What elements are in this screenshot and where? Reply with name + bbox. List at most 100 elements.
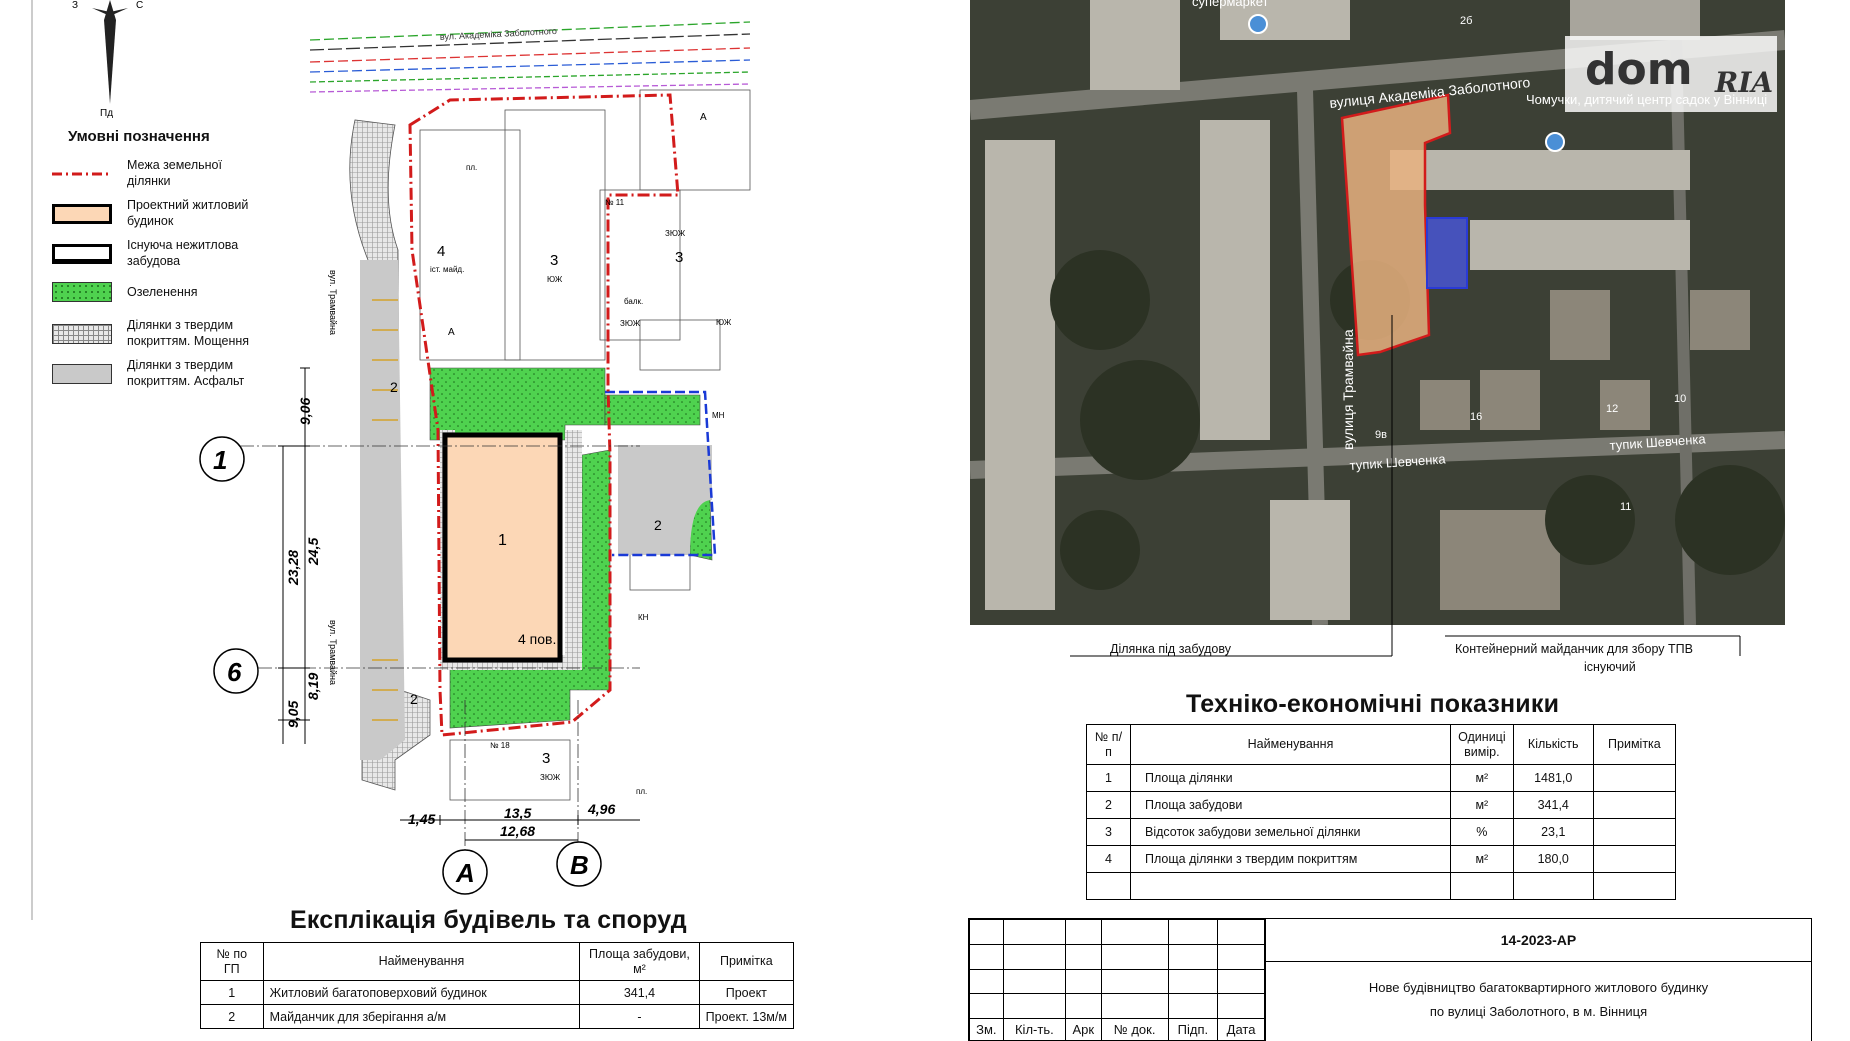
explication-cell: Майданчик для зберігання а/м <box>262 1004 581 1029</box>
legend-title: Умовні позначення <box>68 128 210 145</box>
dim-9-06: 9,06 <box>297 398 313 425</box>
map-container-area <box>1426 217 1468 289</box>
teo-cell <box>1592 791 1677 819</box>
teo-cell: Площа ділянки <box>1129 764 1452 792</box>
plan-zone-2b: 2 <box>654 517 662 533</box>
stamp-desc-line1: Нове будівництво багатоквартирного житло… <box>1368 980 1709 995</box>
plan-street-top: вул. Академіка Заболотного <box>440 26 557 42</box>
stamp-col-zm: Зм. <box>969 1018 1004 1041</box>
teo-cell: 4 <box>1086 845 1131 873</box>
teo-cell: м² <box>1450 791 1514 819</box>
compass-south: Пд <box>100 108 113 119</box>
plan-street-side-upper: вул. Трамвайна <box>328 270 338 335</box>
map-label-container: Контейнерний майданчик для збору ТПВ <box>1455 642 1693 656</box>
teo-header-unit: Одиниці вимір. <box>1450 724 1514 765</box>
stamp-col-date: Дата <box>1217 1018 1265 1041</box>
table-row: 2 Площа забудови м² 341,4 <box>1086 791 1677 819</box>
boundary-line-icon <box>52 164 112 184</box>
table-row: 4 Площа ділянки з твердим покриттям м² 1… <box>1086 845 1677 873</box>
plan-label-a: А <box>448 327 455 338</box>
stamp-col-kil: Кіл-ть. <box>1002 1018 1067 1041</box>
explication-cell: 1 <box>200 980 264 1005</box>
teo-cell: м² <box>1450 845 1514 873</box>
plan-zone-3b-sub: ЗЮЖ <box>665 229 686 238</box>
domria-logo: dom RIA <box>1565 36 1777 112</box>
explication-header-name: Найменування <box>262 942 581 981</box>
legend-item-boundary: Межа земельної ділянки <box>50 156 260 196</box>
plan-zone-4-sub: іст. майд. <box>430 265 464 274</box>
dim-13-5: 13,5 <box>504 805 531 821</box>
plan-building-number: 1 <box>498 532 507 549</box>
explication-cell: Проект. 13м/м <box>698 1004 795 1029</box>
teo-cell: Площа забудови <box>1129 791 1452 819</box>
teo-cell: % <box>1450 818 1514 846</box>
stamp-desc-line2: по вулиці Заболотного, в м. Вінниця <box>1429 1004 1648 1019</box>
table-row: 1 Площа ділянки м² 1481,0 <box>1086 764 1677 792</box>
table-row: 2 Майданчик для зберігання а/м - Проект.… <box>200 1004 795 1029</box>
teo-header-name: Найменування <box>1129 724 1452 765</box>
dim-12-68: 12,68 <box>500 823 535 839</box>
legend-item-projected: Проектний житловий будинок <box>50 196 260 236</box>
plan-label-balk: балк. <box>624 297 643 306</box>
plan-zone-3b: 3 <box>675 249 683 266</box>
map-leader-lines <box>1070 315 1741 657</box>
teo-cell: 1481,0 <box>1512 764 1594 792</box>
explication-cell: Проект <box>698 980 795 1005</box>
teo-header-qty: Кількість <box>1512 724 1594 765</box>
teo-cell: 1 <box>1086 764 1131 792</box>
plan-zone-2c: 2 <box>410 691 418 707</box>
map-label-plot: Ділянка під забудову <box>1110 642 1231 656</box>
north-arrow-icon: З С Пд <box>72 0 143 119</box>
compass-east: С <box>136 0 143 11</box>
teo-title: Техніко-економічні показники <box>1186 690 1560 718</box>
teo-cell <box>1592 845 1677 873</box>
legend-label-greenery: Озеленення <box>127 285 198 299</box>
teo-cell: 3 <box>1086 818 1131 846</box>
explication-cell: 2 <box>200 1004 264 1029</box>
explication-cell: - <box>579 1004 700 1029</box>
legend-item-greenery: Озеленення <box>50 276 260 316</box>
plan-label-zyuzh: ЗЮЖ <box>620 319 641 328</box>
dim-9-05: 9,05 <box>285 701 301 728</box>
teo-header-note: Примітка <box>1592 724 1677 765</box>
greenery-icon <box>52 282 112 302</box>
teo-cell: 180,0 <box>1512 845 1594 873</box>
plan-zone-3c-sub: ЗЮЖ <box>540 773 561 782</box>
legend-label-projected: Проектний житловий будинок <box>127 198 249 228</box>
map-label-container-sub: існуючий <box>1584 660 1636 674</box>
title-block-grid: Зм. Кіл-ть. Арк № док. Підп. Дата <box>969 919 1265 1041</box>
plan-label-pl2: пл. <box>636 787 647 796</box>
legend-item-existing: Існуюча нежитлова забудова <box>50 236 260 276</box>
table-row: 3 Відсоток забудови земельної ділянки % … <box>1086 818 1677 846</box>
teo-cell: м² <box>1450 764 1514 792</box>
teo-header-n: № п/п <box>1086 724 1131 765</box>
axis-b: В <box>570 850 589 880</box>
explication-cell: 341,4 <box>579 980 700 1005</box>
table-row: 1 Житловий багатоповерховий будинок 341,… <box>200 980 795 1005</box>
existing-building-icon <box>52 244 112 264</box>
plan-zone-3c: 3 <box>542 750 550 767</box>
dim-24-5: 24,5 <box>305 538 321 566</box>
compass-west: З <box>72 0 78 11</box>
plan-zone-3a-sub: ЮЖ <box>547 275 563 284</box>
explication-header-note: Примітка <box>698 942 795 981</box>
legend-label-paving: Ділянки з твердим покриттям. Мощення <box>127 318 250 348</box>
legend-label-asphalt: Ділянки з твердим покриттям. Асфальт <box>127 358 245 388</box>
teo-cell: Відсоток забудови земельної ділянки <box>1129 818 1452 846</box>
map-num-2b: 2б <box>1460 15 1472 27</box>
logo-text-main: dom <box>1585 44 1693 95</box>
axis-a: А <box>455 858 475 888</box>
location-pin-icon <box>1545 132 1565 152</box>
explication-cell: Житловий багатоповерховий будинок <box>262 980 581 1005</box>
plan-label-pl: пл. <box>466 163 477 172</box>
explication-table: № по ГП Найменування Площа забудови, м² … <box>200 942 795 1029</box>
plan-label-a-top: А <box>700 112 707 123</box>
paving-icon <box>52 324 112 344</box>
dim-8-19: 8,19 <box>305 673 321 700</box>
dim-23-28: 23,28 <box>285 550 301 586</box>
plan-label-no11: № 11 <box>605 198 625 207</box>
stamp-col-doc: № док. <box>1100 1018 1169 1041</box>
teo-cell <box>1592 818 1677 846</box>
stamp-code: 14-2023-АР <box>1265 919 1811 962</box>
plan-street-side-lower: вул. Трамвайна <box>328 620 338 685</box>
